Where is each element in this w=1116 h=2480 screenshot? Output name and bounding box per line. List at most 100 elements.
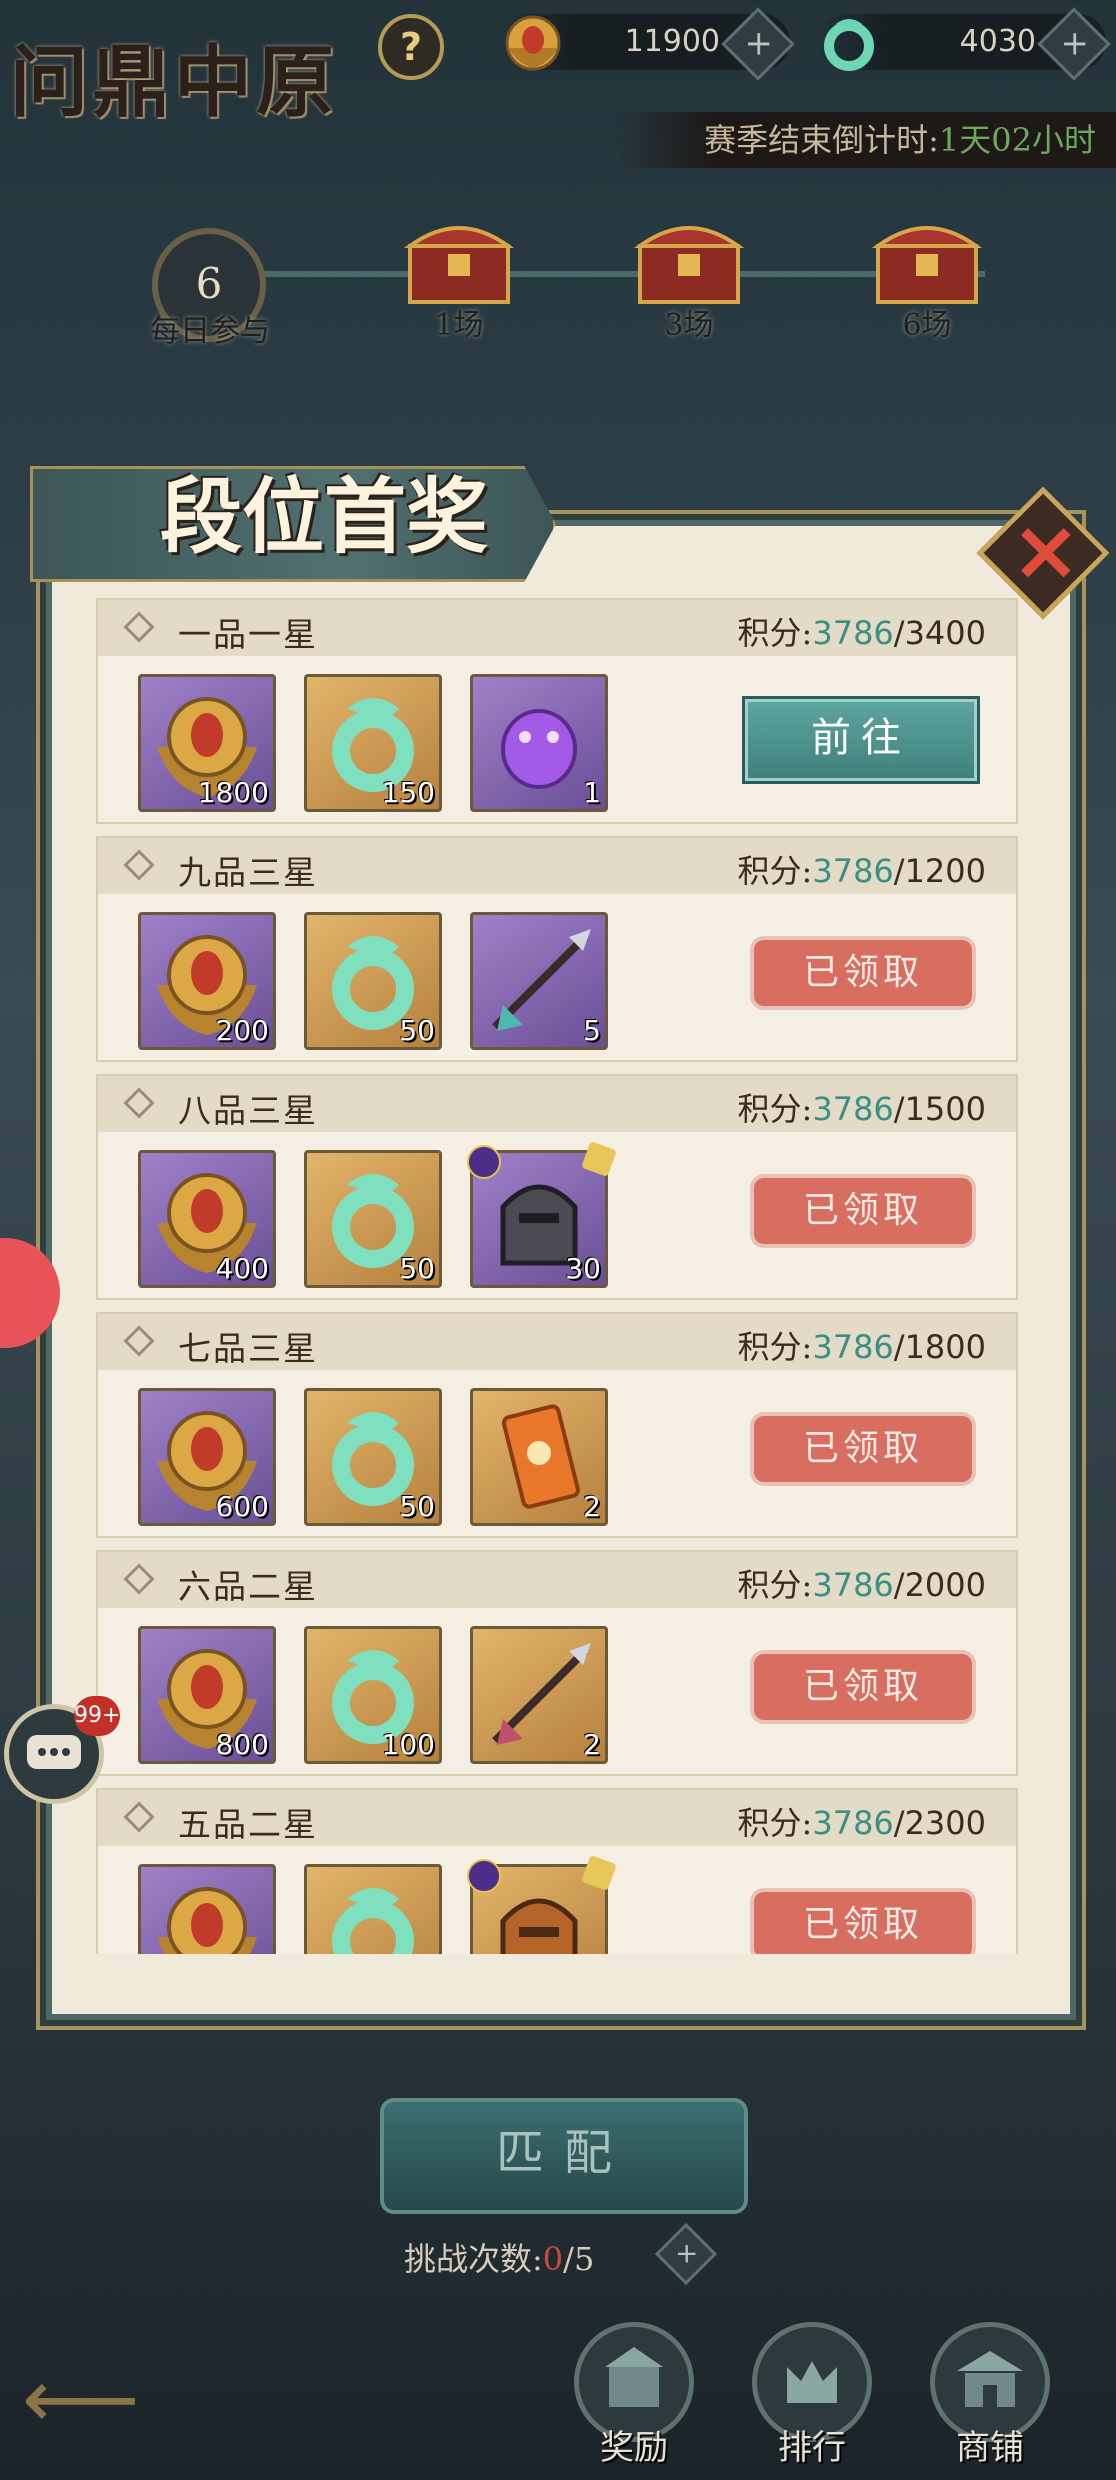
item-count: 150: [381, 776, 435, 809]
item-count: 1: [583, 776, 601, 809]
item-count: 50: [399, 1014, 435, 1047]
score: 积分:3786/2300: [738, 1798, 986, 1844]
rank-name: 五品二星: [178, 1805, 318, 1844]
season-label: 赛季结束倒计时:: [704, 121, 939, 159]
item-count: 50: [399, 1490, 435, 1523]
reward-row: 一品一星 积分:3786/3400 1800 150 1 前往: [96, 598, 1018, 824]
item-count: 30: [565, 1252, 601, 1285]
reward-item[interactable]: 1800: [138, 674, 276, 812]
item-count: 100: [381, 1728, 435, 1761]
challenge-count: 挑战次数:0/5: [404, 2234, 594, 2280]
gold-currency: 11900 +: [500, 7, 795, 81]
reward-item[interactable]: 1: [470, 674, 608, 812]
reward-item[interactable]: 200: [138, 912, 276, 1050]
row-header: 五品二星 积分:3786/2300: [98, 1790, 1016, 1846]
add-challenge-button[interactable]: +: [654, 2222, 718, 2286]
reward-item[interactable]: 50: [304, 1150, 442, 1288]
gold-medal-icon: [505, 15, 561, 71]
reward-row: 九品三星 积分:3786/1200 200 50 5 已领取: [96, 836, 1018, 1062]
score-label: 积分:: [737, 1566, 813, 1604]
claimed-button[interactable]: 已领取: [754, 940, 972, 1006]
reward-item[interactable]: 400: [138, 1150, 276, 1288]
season-countdown: 赛季结束倒计时:1天02小时: [616, 112, 1116, 168]
reward-list[interactable]: 一品一星 积分:3786/3400 1800 150 1 前往 九品三星 积分:…: [96, 598, 1018, 1954]
reward-item[interactable]: [138, 1864, 276, 1954]
back-arrow-icon[interactable]: ⟵: [22, 2352, 140, 2447]
diamond-icon: [123, 611, 155, 643]
item-count: 50: [399, 1252, 435, 1285]
chest-icon-3[interactable]: [630, 210, 748, 310]
rank-name: 九品三星: [178, 853, 318, 892]
jade-currency: 4030 +: [816, 7, 1111, 81]
reward-item[interactable]: 2: [470, 1388, 608, 1526]
gold-medal-icon: [157, 1887, 257, 1954]
reward-item[interactable]: [304, 1864, 442, 1954]
score-label: 积分:: [737, 1804, 813, 1842]
nav-rewards-label: 奖励: [600, 2428, 668, 2468]
score: 积分:3786/2000: [738, 1560, 986, 1606]
score-target: /1500: [893, 1090, 986, 1128]
quality-badge-icon: [467, 1859, 501, 1893]
challenge-label: 挑战次数:: [404, 2240, 543, 2278]
diamond-icon: [123, 1563, 155, 1595]
season-time: 1天02小时: [938, 121, 1096, 159]
reward-item[interactable]: [467, 1855, 617, 1954]
claimed-button[interactable]: 已领取: [754, 1654, 972, 1720]
score-current: 3786: [812, 1566, 894, 1604]
reward-item[interactable]: 30: [467, 1141, 617, 1288]
close-icon: ×: [1010, 501, 1082, 600]
rank-name: 七品三星: [178, 1329, 318, 1368]
reward-row: 六品二星 积分:3786/2000 800 100 2 已领取: [96, 1550, 1018, 1776]
reward-row: 五品二星 积分:3786/2300 已领取: [96, 1788, 1018, 1954]
score-current: 3786: [812, 1804, 894, 1842]
unread-badge: 99+: [74, 1696, 120, 1736]
milestone-label-1: 1场: [434, 308, 484, 343]
reward-item[interactable]: 5: [470, 912, 608, 1050]
diamond-icon: [123, 849, 155, 881]
go-button[interactable]: 前往: [742, 696, 980, 784]
chest-icon-1[interactable]: [400, 210, 518, 310]
plus-icon: +: [1060, 23, 1089, 64]
score: 积分:3786/1500: [738, 1084, 986, 1130]
score-current: 3786: [812, 1328, 894, 1366]
nav-shop-label: 商铺: [956, 2428, 1024, 2468]
challenge-used: 0: [542, 2240, 564, 2278]
add-jade-button[interactable]: +: [1037, 7, 1111, 81]
chest-icon-6[interactable]: [868, 210, 986, 310]
score-current: 3786: [812, 614, 894, 652]
game-title: 问鼎中原: [10, 37, 339, 128]
reward-item[interactable]: 50: [304, 912, 442, 1050]
reward-item[interactable]: 150: [304, 674, 442, 812]
score-target: /2000: [893, 1566, 986, 1604]
claimed-button[interactable]: 已领取: [754, 1416, 972, 1482]
jade-dragon-icon: [824, 19, 874, 71]
reward-item[interactable]: 800: [138, 1626, 276, 1764]
daily-count: 6: [195, 259, 223, 308]
reward-item[interactable]: 2: [470, 1626, 608, 1764]
nav-ranking-label: 排行: [778, 2428, 846, 2468]
reward-item[interactable]: 600: [138, 1388, 276, 1526]
score-target: /3400: [893, 614, 986, 652]
add-gold-button[interactable]: +: [721, 7, 795, 81]
quality-badge-icon: [467, 1145, 501, 1179]
diamond-icon: [123, 1801, 155, 1833]
score-label: 积分:: [737, 614, 813, 652]
claimed-button[interactable]: 已领取: [754, 1178, 972, 1244]
reward-item[interactable]: 100: [304, 1626, 442, 1764]
item-count: 2: [583, 1728, 601, 1761]
item-count: 400: [215, 1252, 269, 1285]
reward-row: 八品三星 积分:3786/1500 400 50 30 已领取: [96, 1074, 1018, 1300]
item-count: 200: [215, 1014, 269, 1047]
plus-icon: +: [674, 2236, 699, 2270]
row-header: 七品三星 积分:3786/1800: [98, 1314, 1016, 1370]
row-header: 八品三星 积分:3786/1500: [98, 1076, 1016, 1132]
match-button[interactable]: 匹配: [380, 2098, 748, 2214]
diamond-icon: [123, 1087, 155, 1119]
challenge-total: /5: [563, 2240, 595, 2278]
claimed-button[interactable]: 已领取: [754, 1892, 972, 1954]
help-button[interactable]: ?: [378, 14, 444, 80]
reward-item[interactable]: 50: [304, 1388, 442, 1526]
diamond-icon: [123, 1325, 155, 1357]
rank-name: 六品二星: [178, 1567, 318, 1606]
score: 积分:3786/1800: [738, 1322, 986, 1368]
